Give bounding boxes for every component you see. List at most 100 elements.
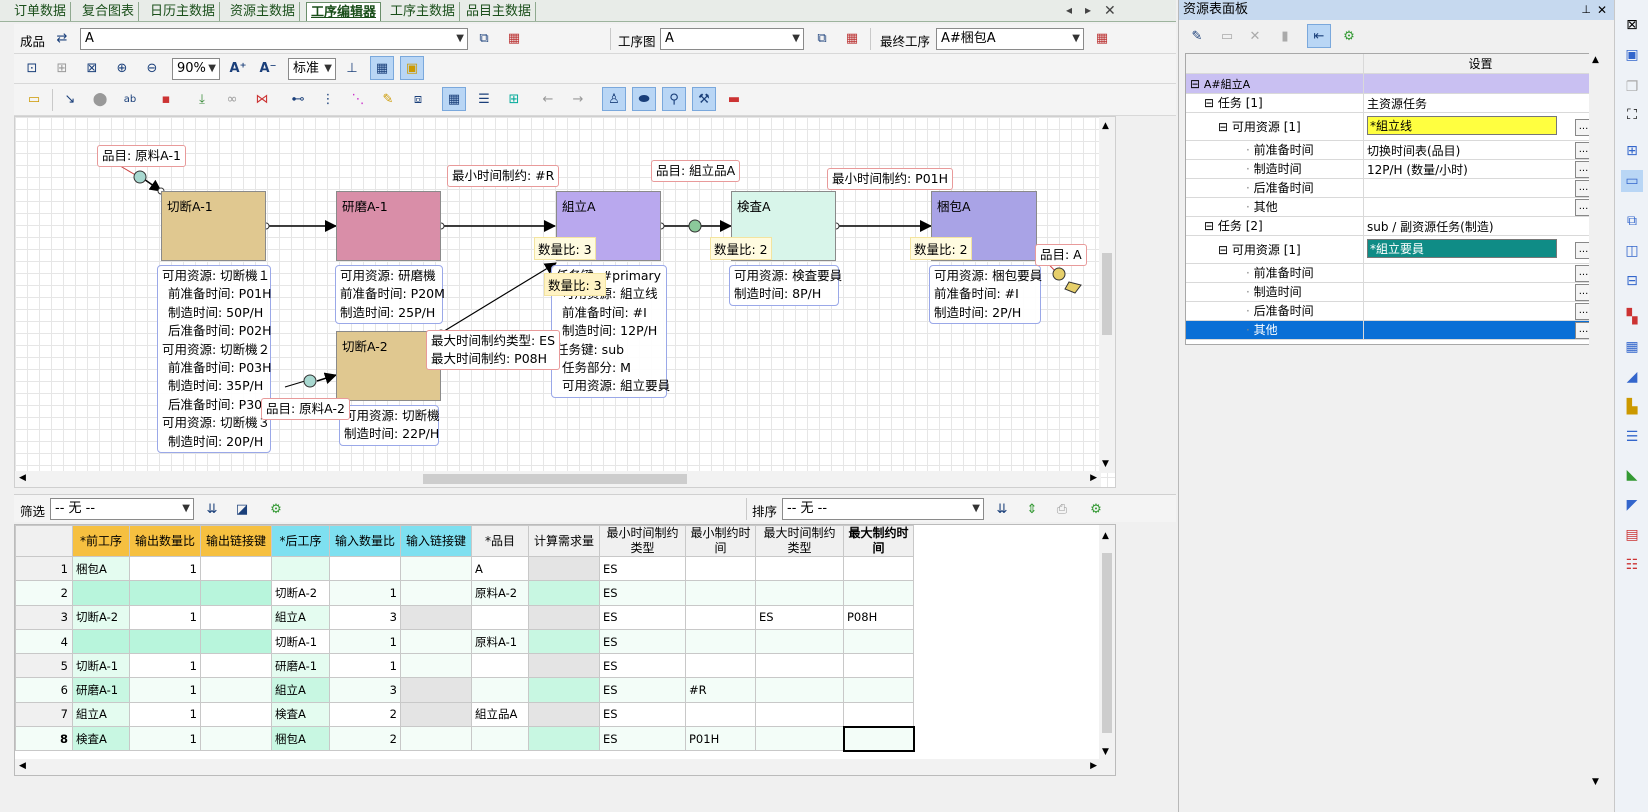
- save-icon[interactable]: ▮: [1273, 24, 1297, 48]
- tab-resource-master[interactable]: 资源主数据: [226, 2, 301, 21]
- grid-cell[interactable]: [271, 555, 330, 582]
- grid-cell[interactable]: ES: [599, 628, 686, 655]
- grid-cell[interactable]: [528, 653, 600, 679]
- frame-icon[interactable]: ⧈: [406, 87, 430, 111]
- horizontal-split-icon[interactable]: ⊟: [1621, 270, 1643, 292]
- grid-cell[interactable]: ES: [599, 555, 686, 582]
- grid-horizontal-scrollbar[interactable]: ◀ ▶: [15, 759, 1115, 775]
- align-icon[interactable]: ⊥: [340, 56, 364, 80]
- col-header[interactable]: 最小时间制约类型: [599, 525, 686, 557]
- diagonal-chain-icon[interactable]: ⋱: [346, 87, 370, 111]
- grid-cell[interactable]: [471, 653, 529, 679]
- col-header[interactable]: 输出链接键: [200, 525, 272, 557]
- grid-cell[interactable]: [200, 604, 272, 630]
- col-header[interactable]: 最小制约时间: [685, 525, 756, 557]
- report-icon[interactable]: ☷: [1621, 554, 1643, 576]
- sort-icon[interactable]: ⇤: [1307, 24, 1331, 48]
- restore-icon[interactable]: ❐: [1621, 76, 1643, 98]
- scroll-right-icon[interactable]: ▶: [1090, 761, 1097, 771]
- grid-cell[interactable]: A: [471, 555, 529, 582]
- item-node[interactable]: [303, 374, 317, 388]
- scroll-thumb[interactable]: [1102, 253, 1112, 335]
- scroll-down-icon[interactable]: ▼: [1592, 777, 1599, 787]
- scroll-right-icon[interactable]: ▶: [1090, 473, 1097, 483]
- grid-cell[interactable]: ES: [599, 701, 686, 728]
- scroll-up-icon[interactable]: ▲: [1102, 121, 1109, 131]
- property-value[interactable]: sub / 副资源任务(制造): [1365, 217, 1594, 236]
- property-row[interactable]: ⊟ 可用资源 [1] *組立要員...: [1186, 236, 1594, 264]
- table-icon[interactable]: ▦: [840, 26, 864, 50]
- grid-cell[interactable]: [471, 604, 529, 630]
- grid-cell[interactable]: [528, 677, 600, 703]
- grid-cell[interactable]: [471, 726, 529, 752]
- grid-cell[interactable]: [685, 701, 756, 728]
- panel-icon[interactable]: ▭: [1621, 170, 1643, 192]
- grid-cell[interactable]: [685, 653, 756, 679]
- grid-cell[interactable]: 検査A: [271, 701, 330, 728]
- grid-cell[interactable]: 検査A: [72, 726, 130, 752]
- table-row[interactable]: 7 組立A 1 検査A 2 組立品A ES: [15, 701, 914, 728]
- grid-cell[interactable]: [329, 555, 401, 582]
- break-link-icon[interactable]: ⋈: [250, 87, 274, 111]
- product-select[interactable]: A ▼: [80, 28, 468, 50]
- grid-cell[interactable]: ES: [599, 580, 686, 606]
- collapse-icon[interactable]: ⊟: [1204, 96, 1218, 110]
- grid-cell[interactable]: [528, 555, 600, 582]
- property-value[interactable]: 切换时间表(品目)...: [1365, 141, 1594, 160]
- grid-cell[interactable]: [685, 580, 756, 606]
- grid-cell[interactable]: [129, 628, 201, 655]
- edit-icon[interactable]: ✎: [1185, 24, 1209, 48]
- export-icon[interactable]: ⎙: [1050, 497, 1074, 521]
- connection-grid[interactable]: *前工序 输出数量比 输出链接键 *后工序 输入数量比 输入链接键 *品目 计算…: [14, 524, 1116, 776]
- grid-toggle-icon[interactable]: ▦: [370, 56, 394, 80]
- collapse-icon[interactable]: ⊟: [1218, 120, 1232, 134]
- grid-cell[interactable]: 研磨A-1: [72, 677, 130, 703]
- connect-disabled-icon[interactable]: ⬤: [88, 87, 112, 111]
- grid-cell[interactable]: [843, 628, 914, 655]
- forward-arrow-icon[interactable]: →: [566, 87, 590, 111]
- pencil-icon[interactable]: ✎: [376, 87, 400, 111]
- grid-cell[interactable]: [843, 653, 914, 679]
- scroll-up-icon[interactable]: ▲: [1592, 55, 1599, 65]
- grid-cell[interactable]: [755, 555, 844, 582]
- panel-vertical-scrollbar[interactable]: ▲ ▼: [1589, 53, 1605, 789]
- grid-cell[interactable]: 2: [329, 701, 401, 728]
- zoom-out-icon[interactable]: ⊖: [140, 56, 164, 80]
- grid-cell[interactable]: [528, 701, 600, 728]
- grid-cell[interactable]: 1: [129, 677, 201, 703]
- gantt-icon[interactable]: ▚: [1621, 306, 1643, 328]
- grid-cell[interactable]: [400, 677, 472, 703]
- open-map-icon[interactable]: ⧉: [810, 26, 834, 50]
- scroll-left-icon[interactable]: ◀: [19, 473, 26, 483]
- grid-cell[interactable]: ES: [599, 653, 686, 679]
- grid-cell[interactable]: ES: [599, 726, 686, 752]
- font-smaller-icon[interactable]: A⁻: [256, 56, 280, 80]
- grid-cell[interactable]: [400, 653, 472, 679]
- grid-cell[interactable]: [72, 628, 130, 655]
- tag-min-time-p01h[interactable]: 最小时间制约: P01H: [827, 168, 954, 190]
- swap-icon[interactable]: ⇄: [50, 26, 74, 50]
- grid-cell[interactable]: 組立品A: [471, 701, 529, 728]
- grid-cell[interactable]: [843, 677, 914, 703]
- table-row[interactable]: 4 切断A-1 1 原料A-1 ES: [15, 628, 914, 655]
- scroll-thumb[interactable]: [423, 474, 687, 484]
- cascade-icon[interactable]: ⧉: [1621, 210, 1643, 232]
- tab-prev-icon[interactable]: ◂: [1066, 3, 1072, 17]
- property-value[interactable]: *組立线...: [1365, 113, 1594, 141]
- property-row[interactable]: · 制造时间...: [1186, 283, 1594, 302]
- col-header[interactable]: 最大时间制约类型: [755, 525, 844, 557]
- qty-ratio-assemble-overlap[interactable]: 数量比: 3: [544, 273, 606, 296]
- color-legend-icon[interactable]: ▬: [722, 87, 746, 111]
- canvas-vertical-scrollbar[interactable]: ▲ ▼: [1099, 117, 1115, 473]
- grid-cell[interactable]: 原料A-2: [471, 580, 529, 606]
- fit-page-icon[interactable]: ⊡: [20, 56, 44, 80]
- grid-cell[interactable]: [400, 604, 472, 630]
- grid-cell[interactable]: 1: [129, 726, 201, 752]
- grid-cell[interactable]: [842, 725, 915, 752]
- grid-cell[interactable]: [400, 555, 472, 582]
- grid-cell[interactable]: [843, 701, 914, 728]
- expand-icon[interactable]: ⛶: [1621, 104, 1643, 126]
- scroll-down-icon[interactable]: ▼: [1102, 459, 1109, 469]
- grid-cell[interactable]: 切断A-1: [72, 653, 130, 679]
- col-header[interactable]: 最大制约时间: [843, 525, 914, 557]
